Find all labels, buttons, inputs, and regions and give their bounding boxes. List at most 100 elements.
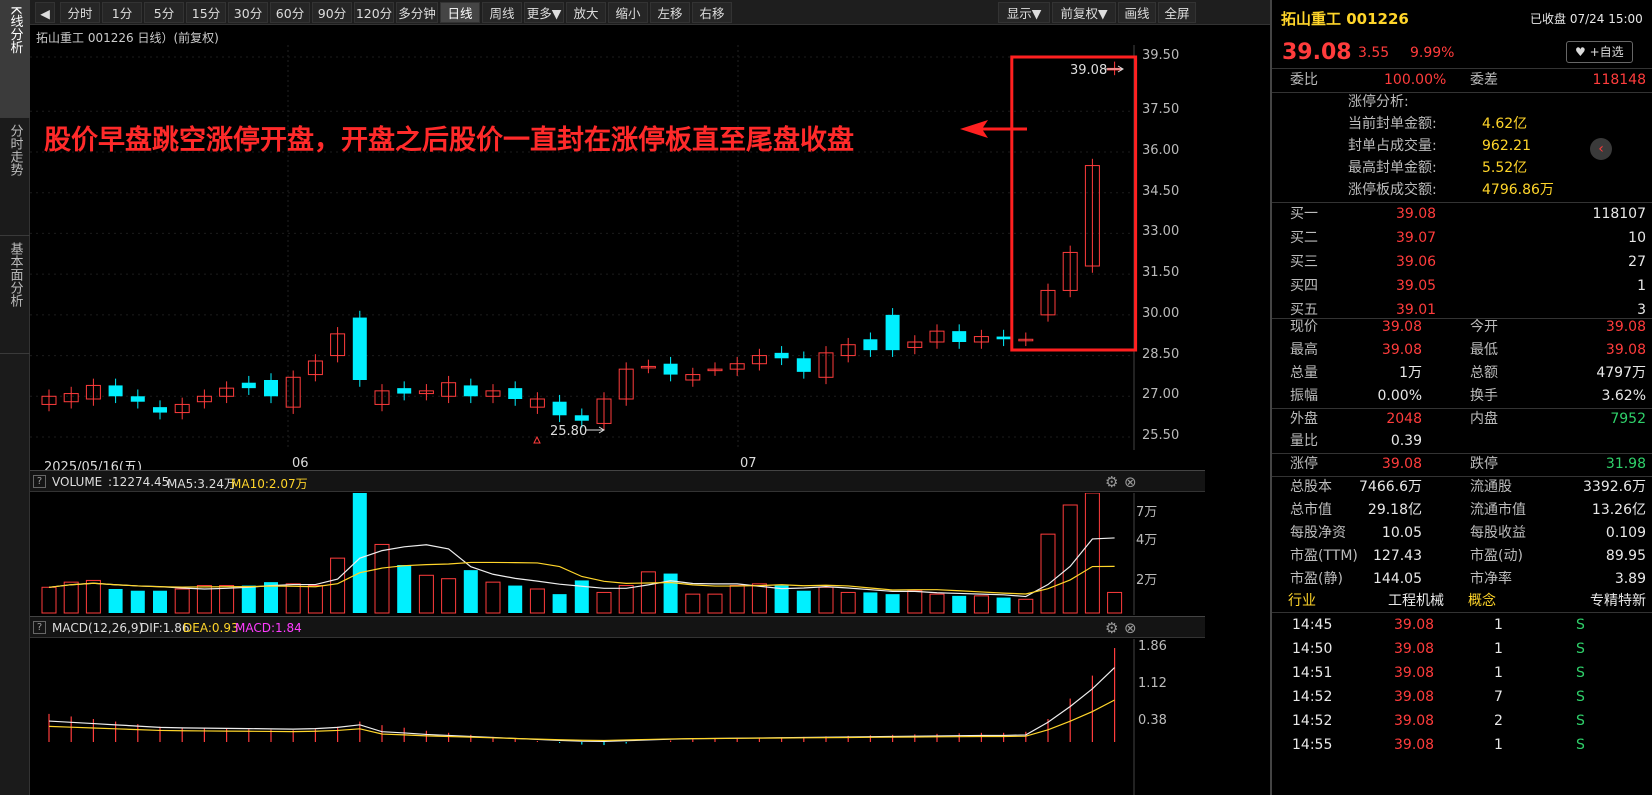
candle-body-down	[108, 385, 123, 397]
volume-bar-up	[751, 583, 767, 614]
period-button-6[interactable]: 90分	[312, 2, 352, 23]
volume-bar-up	[485, 581, 501, 614]
stat-label: 每股净资	[1290, 525, 1346, 541]
period-button-12[interactable]: 放大	[566, 2, 606, 23]
tick-time: 14:51	[1292, 665, 1333, 681]
volume-bar-up	[418, 574, 434, 614]
market-status: 已收盘 07/24 15:00	[1530, 12, 1643, 26]
quote-row: 市盈(TTM) 127.43 市盈(动) 89.95	[1272, 545, 1652, 568]
volume-bar-down	[397, 565, 412, 613]
candle-body-down	[463, 385, 478, 397]
industry-value[interactable]: 工程机械	[1388, 590, 1444, 612]
low-arrow	[586, 426, 605, 434]
period-button-7[interactable]: 120分	[354, 2, 394, 23]
stat-label: 换手	[1470, 388, 1498, 404]
period-button-11[interactable]: 更多▼	[524, 2, 564, 23]
quote-row: 总股本 7466.6万 流通股 3392.6万	[1272, 476, 1652, 499]
help-icon[interactable]: ?	[33, 621, 46, 634]
price-change: 3.55	[1358, 45, 1390, 61]
quote-row: 14:52 39.08 7 S	[1272, 685, 1652, 709]
volume-bar-up	[840, 591, 856, 614]
macd-chart[interactable]	[30, 639, 1205, 795]
bid-volume: 1	[1637, 278, 1646, 294]
stat-value: 0.39	[1390, 433, 1422, 449]
period-button-15[interactable]: 右移	[692, 2, 732, 23]
candlestick-chart[interactable]: 39.08 25.80	[30, 45, 1205, 450]
toolbar-right-button-1[interactable]: 前复权▼	[1052, 2, 1116, 23]
gear-icon[interactable]: ⚙	[1105, 619, 1118, 637]
tab-fundamentals[interactable]: 基本面分析	[0, 236, 30, 354]
date-label-jun: 06	[292, 456, 309, 471]
stat-value: 4797万	[1596, 365, 1646, 381]
weicha-label: 委差	[1470, 72, 1498, 88]
toolbar-right-button-3[interactable]: 全屏	[1158, 2, 1196, 23]
volume-bar-down	[108, 589, 123, 613]
period-button-3[interactable]: 15分	[186, 2, 226, 23]
stat-label: 内盘	[1470, 411, 1498, 427]
current-price: 39.08	[1282, 40, 1352, 65]
period-button-5[interactable]: 60分	[270, 2, 310, 23]
tick-price: 39.08	[1394, 641, 1435, 657]
collapse-arrow-icon[interactable]: ‹	[1590, 138, 1612, 160]
volume-bar-down	[774, 585, 789, 613]
bid-price: 39.07	[1396, 230, 1437, 246]
volume-bar-up	[219, 585, 235, 614]
gear-icon[interactable]: ⚙	[1105, 473, 1118, 491]
volume-bar-down	[952, 595, 967, 613]
quote-row: 14:51 39.08 1 S	[1272, 661, 1652, 685]
period-button-14[interactable]: 左移	[650, 2, 690, 23]
bid-volume: 118107	[1592, 206, 1646, 222]
stat-value: 3392.6万	[1583, 479, 1646, 495]
limit-analysis-title: 涨停分析:	[1348, 94, 1409, 110]
period-button-8[interactable]: 多分钟	[396, 2, 438, 23]
volume-bar-down	[885, 594, 900, 613]
close-icon[interactable]: ⊗	[1124, 473, 1137, 491]
limit-label: 当前封单金额:	[1348, 116, 1437, 132]
limit-label: 最高封单金额:	[1348, 160, 1437, 176]
volume-bar-up	[374, 543, 390, 614]
highlight-box	[1010, 55, 1138, 352]
help-icon[interactable]: ?	[33, 475, 46, 488]
volume-bar-down	[153, 590, 167, 613]
period-button-2[interactable]: 5分	[144, 2, 184, 23]
stat-label: 涨停	[1290, 456, 1318, 472]
volume-ma5: MA5:3.24万	[167, 477, 236, 491]
macd-tick: 1.12	[1138, 676, 1167, 691]
stat-label: 流通市值	[1470, 502, 1526, 518]
volume-chart[interactable]	[30, 493, 1205, 615]
period-button-1[interactable]: 1分	[102, 2, 142, 23]
divider	[1272, 476, 1652, 477]
stat-value: 3.62%	[1601, 388, 1646, 404]
tick-side: S	[1576, 641, 1585, 657]
period-button-9[interactable]: 日线	[440, 2, 480, 23]
tick-volume: 1	[1494, 665, 1503, 681]
tab-intraday[interactable]: 分时走势	[0, 118, 30, 236]
quote-row: 买二 39.07 10	[1272, 226, 1652, 250]
tab-kline-analysis[interactable]: K线分析	[0, 0, 30, 118]
period-button-10[interactable]: 周线	[482, 2, 522, 23]
toolbar-right-button-2[interactable]: 画线	[1118, 2, 1156, 23]
volume-bar-down	[796, 590, 811, 613]
divider	[1272, 453, 1652, 454]
macd-tick: 1.86	[1138, 639, 1167, 654]
high-arrow	[1105, 65, 1124, 73]
date-label-jul: 07	[740, 456, 757, 471]
quote-row: 涨停板成交额: 4796.86万	[1272, 179, 1652, 201]
volume-bar-up	[174, 588, 190, 614]
candle-body-down	[552, 401, 567, 416]
toolbar-right-button-0[interactable]: 显示▼	[998, 2, 1050, 23]
price-tick: 36.00	[1142, 143, 1180, 158]
period-button-4[interactable]: 30分	[228, 2, 268, 23]
concept-value[interactable]: 专精特新	[1590, 590, 1646, 612]
back-button[interactable]: ◀	[35, 2, 55, 23]
period-button-0[interactable]: 分时	[60, 2, 100, 23]
price-tick: 31.50	[1142, 265, 1180, 281]
tick-time: 14:52	[1292, 713, 1333, 729]
add-watchlist-button[interactable]: ♥ +自选	[1566, 41, 1633, 63]
stat-value: 13.26亿	[1591, 502, 1646, 518]
tick-price: 39.08	[1394, 689, 1435, 705]
close-icon[interactable]: ⊗	[1124, 619, 1137, 637]
price-tick: 33.00	[1142, 224, 1180, 240]
period-button-13[interactable]: 缩小	[608, 2, 648, 23]
left-tab-bar: K线分析 分时走势 基本面分析	[0, 0, 30, 795]
